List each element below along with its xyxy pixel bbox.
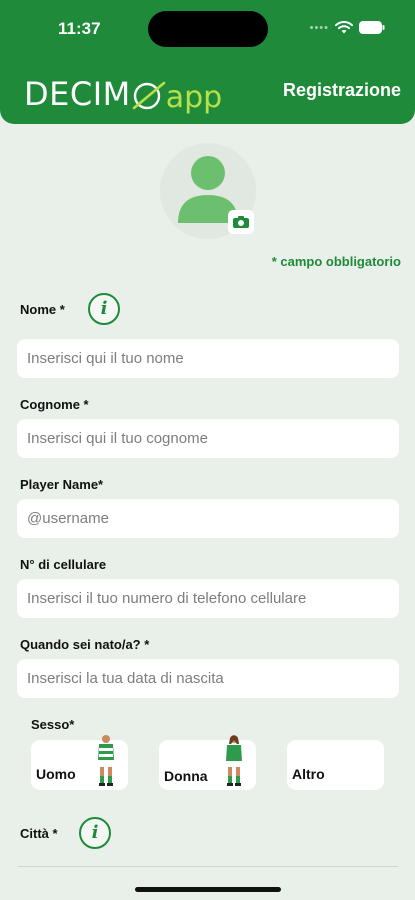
sesso-label: Sesso* — [31, 717, 75, 732]
app-header: 11:37 •••• DECIM app Registrazione — [0, 0, 415, 124]
home-indicator[interactable] — [135, 887, 281, 892]
cognome-label: Cognome * — [20, 397, 89, 412]
nascita-input[interactable]: Inserisci la tua data di nascita — [17, 659, 399, 698]
cellulare-label: N° di cellulare — [20, 557, 107, 572]
logo-text: DECIM — [24, 75, 131, 113]
female-player-icon — [226, 735, 242, 786]
logo-o-mark-icon — [132, 81, 166, 110]
nome-info-icon[interactable]: i — [88, 293, 120, 325]
wifi-icon — [335, 20, 353, 33]
required-field-note: * campo obbligatorio — [271, 254, 401, 269]
citta-info-icon[interactable]: i — [79, 817, 111, 849]
cellulare-input[interactable]: Inserisci il tuo numero di telefono cell… — [17, 579, 399, 618]
logo-app-text: app — [165, 80, 223, 115]
nome-input[interactable]: Inserisci qui il tuo nome — [17, 339, 399, 378]
gender-option-donna[interactable]: Donna — [159, 735, 256, 790]
gender-option-altro[interactable]: Altro — [287, 740, 384, 790]
page-title: Registrazione — [282, 80, 401, 100]
nome-label: Nome * — [20, 302, 65, 317]
cognome-input[interactable]: Inserisci qui il tuo cognome — [17, 419, 399, 458]
nascita-label: Quando sei nato/a? * — [20, 637, 150, 652]
citta-label: Città * — [20, 826, 58, 841]
player-name-label: Player Name* — [20, 477, 104, 492]
gender-option-label: Donna — [164, 768, 208, 784]
camera-icon[interactable] — [228, 210, 254, 234]
status-icons: •••• — [310, 20, 385, 34]
gender-option-label: Uomo — [36, 766, 76, 782]
dynamic-island — [148, 11, 268, 47]
male-player-icon — [98, 735, 114, 786]
battery-icon — [359, 20, 385, 34]
gender-option-label: Altro — [292, 766, 325, 782]
status-time: 11:37 — [58, 19, 101, 38]
citta-input-edge[interactable] — [18, 866, 398, 867]
player-name-input[interactable]: @username — [17, 499, 399, 538]
signal-icon: •••• — [309, 22, 329, 34]
gender-option-uomo[interactable]: Uomo — [31, 735, 128, 790]
decimo-logo: DECIM app — [24, 71, 222, 115]
